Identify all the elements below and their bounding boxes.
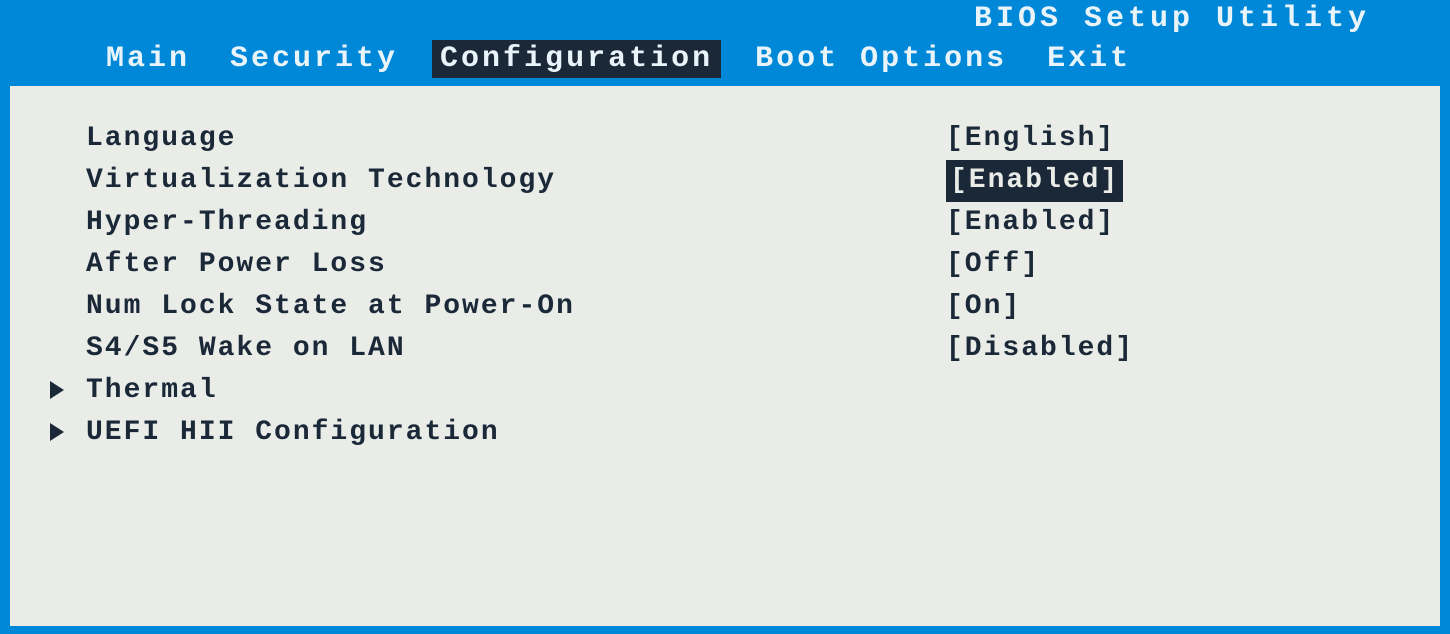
setting-label: Hyper-Threading	[86, 202, 946, 244]
setting-value[interactable]: [On]	[946, 286, 1021, 328]
bios-header: BIOS Setup Utility Main Security Configu…	[0, 0, 1450, 86]
tabs-row: Main Security Configuration Boot Options…	[0, 36, 1450, 86]
setting-value[interactable]: [Disabled]	[946, 328, 1134, 370]
setting-value[interactable]: [Enabled]	[946, 202, 1115, 244]
tab-boot-options[interactable]: Boot Options	[749, 40, 1013, 78]
tab-configuration[interactable]: Configuration	[432, 40, 721, 78]
submenu-arrow-icon	[50, 370, 86, 412]
setting-row-wake-on-lan[interactable]: S4/S5 Wake on LAN [Disabled]	[50, 328, 1400, 370]
setting-label: Language	[86, 118, 946, 160]
utility-title: BIOS Setup Utility	[0, 0, 1450, 36]
submenu-arrow-icon	[50, 412, 86, 454]
setting-label: Num Lock State at Power-On	[86, 286, 946, 328]
tab-main[interactable]: Main	[100, 40, 196, 78]
setting-value[interactable]: [Off]	[946, 244, 1040, 286]
setting-row-hyper-threading[interactable]: Hyper-Threading [Enabled]	[50, 202, 1400, 244]
setting-label: S4/S5 Wake on LAN	[86, 328, 946, 370]
tab-security[interactable]: Security	[224, 40, 404, 78]
setting-value-selected[interactable]: [Enabled]	[946, 160, 1123, 202]
tab-exit[interactable]: Exit	[1041, 40, 1137, 78]
setting-row-num-lock[interactable]: Num Lock State at Power-On [On]	[50, 286, 1400, 328]
setting-row-uefi-hii[interactable]: UEFI HII Configuration	[50, 412, 1400, 454]
settings-panel: Language [English] Virtualization Techno…	[10, 86, 1440, 626]
setting-label: Virtualization Technology	[86, 160, 946, 202]
setting-row-after-power-loss[interactable]: After Power Loss [Off]	[50, 244, 1400, 286]
setting-label: After Power Loss	[86, 244, 946, 286]
setting-label: Thermal	[86, 370, 1400, 412]
setting-row-thermal[interactable]: Thermal	[50, 370, 1400, 412]
setting-label: UEFI HII Configuration	[86, 412, 1400, 454]
setting-value[interactable]: [English]	[946, 118, 1115, 160]
setting-row-virtualization[interactable]: Virtualization Technology [Enabled]	[50, 160, 1400, 202]
setting-row-language[interactable]: Language [English]	[50, 118, 1400, 160]
